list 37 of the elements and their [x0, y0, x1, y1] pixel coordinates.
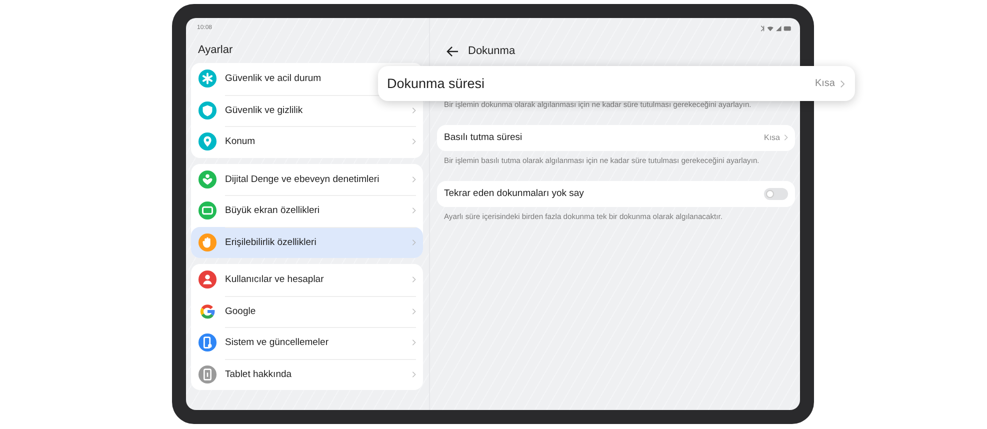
chevron-icon: [412, 176, 416, 183]
sidebar-item[interactable]: Konum: [191, 126, 423, 158]
setting-row[interactable]: Basılı tutma süresi Kısa: [437, 124, 795, 151]
toggle-switch[interactable]: [764, 188, 788, 200]
chevron-icon: [412, 339, 416, 346]
page-title: Dokunma: [468, 45, 516, 57]
sidebar-item[interactable]: Büyük ekran özellikleri: [191, 195, 423, 226]
sidebar-item-label: Sistem ve güncellemeler: [225, 337, 330, 348]
status-icons: [759, 24, 793, 32]
sidebar-item-label: Erişilebilirlik özellikleri: [225, 236, 318, 248]
settings-title: Ayarlar: [197, 43, 234, 58]
sidebar-item[interactable]: Kullanıcılar ve hesaplar: [191, 264, 423, 296]
sidebar-item-label: Büyük ekran özellikleri: [225, 205, 321, 216]
back-icon[interactable]: [446, 46, 459, 56]
sidebar-item-label: Güvenlik ve gizlilik: [225, 104, 304, 116]
chevron-icon: [412, 308, 416, 315]
sidebar-item-label: Tablet hakkında: [225, 368, 293, 380]
chevron-icon: [784, 134, 788, 142]
sidebar-item-label: Dijital Denge ve ebeveyn denetimleri: [225, 174, 380, 185]
chevron-icon: [412, 207, 416, 214]
sidebar-item[interactable]: Sistem ve güncellemeler: [191, 327, 423, 358]
chevron-icon: [840, 80, 845, 88]
sidebar-item[interactable]: Dijital Denge ve ebeveyn denetimleri: [191, 164, 423, 195]
sidebar-item-label: Kullanıcılar ve hesaplar: [225, 274, 325, 286]
sidebar-item-label: Konum: [225, 136, 256, 148]
chevron-icon: [412, 138, 416, 146]
setting-g-icon: [198, 302, 217, 321]
sidebar-item[interactable]: Erişilebilirlik özellikleri: [191, 226, 423, 258]
sidebar-item[interactable]: Google: [191, 296, 423, 327]
chevron-icon: [412, 276, 416, 284]
sidebar-item-label: Google: [225, 306, 257, 317]
setting-label: Tekrar eden dokunmaları yok say: [444, 188, 585, 200]
chevron-icon: [412, 238, 416, 246]
chevron-icon: [412, 370, 416, 378]
setting-popup[interactable]: Dokunma süresi Kısa: [378, 66, 855, 101]
sidebar-item[interactable]: Tablet hakkında: [191, 358, 423, 390]
chevron-icon: [412, 106, 416, 114]
